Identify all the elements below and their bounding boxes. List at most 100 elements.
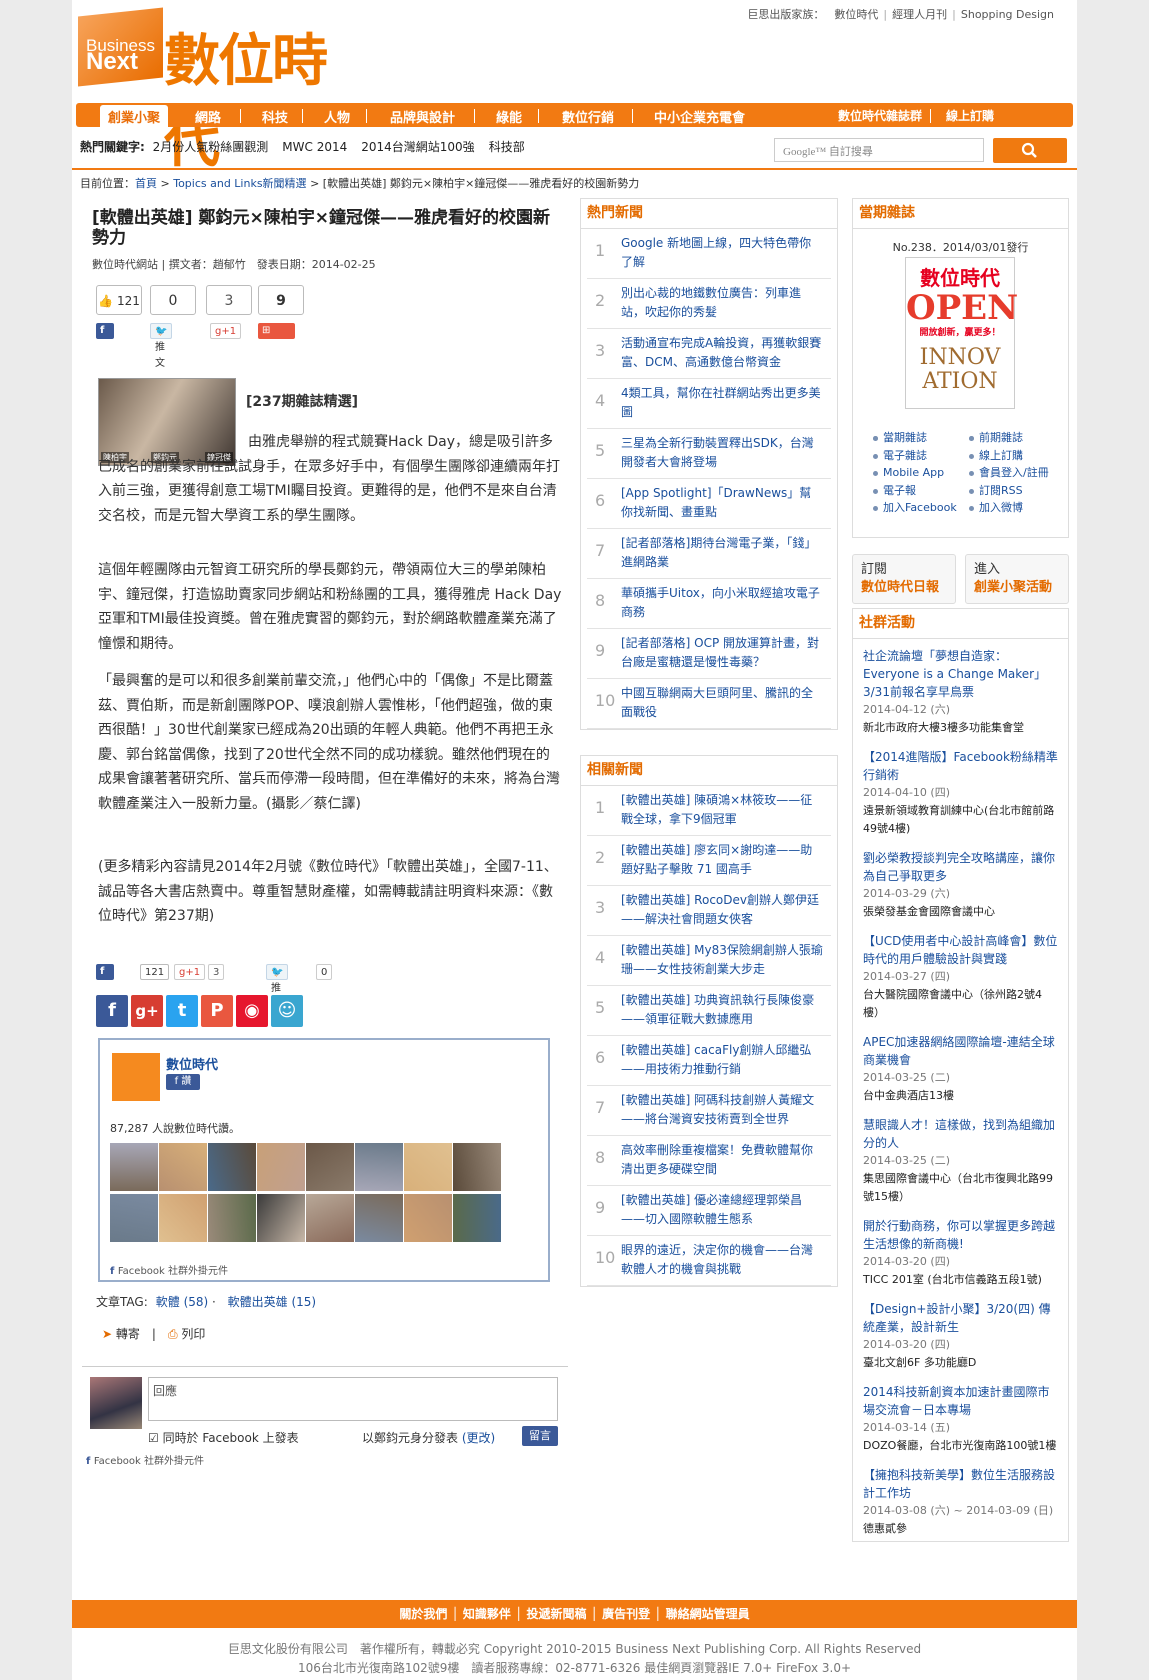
magazine-link[interactable]: 電子報 xyxy=(871,482,966,500)
related-news-item[interactable]: 2 [軟體出英雄] 廖玄同×謝昀達——助題好點子擊敗 71 國高手 xyxy=(587,836,831,886)
event-link[interactable]: 劉必榮教授談判完全攻略講座，讓你為自己爭取更多 xyxy=(863,851,1055,883)
hot-news-item[interactable]: 6 [App Spotlight]「DrawNews」幫你找新聞、畫重點 xyxy=(587,479,831,529)
related-news-item[interactable]: 6 [軟體出英雄] cacaFly創辦人邱繼弘——用技術力推動行銷 xyxy=(587,1036,831,1086)
related-news-item[interactable]: 10 眼界的遠近，決定你的機會——台灣軟體人才的機會與挑戰 xyxy=(587,1236,831,1286)
event-link[interactable]: 【Design+設計小聚】3/20(四) 傳統產業，設計新生 xyxy=(863,1302,1051,1334)
link-bnext[interactable]: 數位時代 xyxy=(829,8,883,21)
fan-avatar[interactable] xyxy=(404,1143,452,1191)
tweet-button[interactable]: 🐦推文 xyxy=(266,964,289,1010)
link-managertoday[interactable]: 經理人月刊 xyxy=(887,8,952,21)
hot-news-item[interactable]: 10 中國互聯網兩大巨頭阿里、騰訊的全面戰役 xyxy=(587,679,831,729)
hot-keyword[interactable]: MWC 2014 xyxy=(282,140,347,154)
fb-like-button[interactable]: f 讚 xyxy=(96,964,114,993)
item-title[interactable]: 4類工具，幫你在社群網站秀出更多美圖 xyxy=(621,386,821,419)
hot-news-item[interactable]: 4 4類工具，幫你在社群網站秀出更多美圖 xyxy=(587,379,831,429)
footer-links[interactable]: 關於我們 │ 知識夥伴 │ 投遞新聞稿 │ 廣告刊登 │ 聯絡網站管理員 xyxy=(72,1600,1077,1628)
breadcrumb-section[interactable]: Topics and Links新聞精選 xyxy=(173,177,306,190)
item-title[interactable]: 三星為全新行動裝置釋出SDK，台灣開發者大會將登場 xyxy=(621,436,814,469)
item-title[interactable]: [軟體出英雄] My83保險網創辦人張瑜珊——女性技術創業大步走 xyxy=(621,943,823,976)
twitter-icon[interactable]: t xyxy=(166,995,198,1027)
item-title[interactable]: [記者部落格]期待台灣電子業，「錢」進網路業 xyxy=(621,536,816,569)
comment-submit-button[interactable]: 留言 xyxy=(522,1426,558,1446)
search-input[interactable]: Google™ 自訂搜尋 xyxy=(774,138,984,162)
item-title[interactable]: [軟體出英雄] 優必達總經理郭榮昌——切入國際軟體生態系 xyxy=(621,1193,802,1226)
fanpage-name[interactable]: 數位時代 xyxy=(166,1054,218,1073)
search-button[interactable] xyxy=(993,138,1067,163)
fan-avatar[interactable] xyxy=(355,1194,403,1242)
event-link[interactable]: APEC加速器網絡國際論壇-連結全球商業機會 xyxy=(863,1035,1055,1067)
fan-avatar[interactable] xyxy=(110,1194,158,1242)
plurk-icon[interactable]: P xyxy=(201,995,233,1027)
fan-avatar[interactable] xyxy=(208,1143,256,1191)
nav-sme[interactable]: 中小企業充電會 xyxy=(654,107,745,126)
related-news-item[interactable]: 4 [軟體出英雄] My83保險網創辦人張瑜珊——女性技術創業大步走 xyxy=(587,936,831,986)
nav-magazines[interactable]: 數位時代雜誌群 xyxy=(838,107,922,124)
event-link[interactable]: 【2014進階版】Facebook粉絲精準行銷術 xyxy=(863,750,1058,782)
post-to-facebook-checkbox[interactable]: ☑ 同時於 Facebook 上發表 xyxy=(148,1429,299,1446)
nav-green[interactable]: 綠能 xyxy=(496,107,522,126)
hot-news-item[interactable]: 5 三星為全新行動裝置釋出SDK，台灣開發者大會將登場 xyxy=(587,429,831,479)
hot-news-item[interactable]: 9 [記者部落格] OCP 開放運算計畫，對台廠是蜜糖還是慢性毒藥？ xyxy=(587,629,831,679)
item-title[interactable]: [軟體出英雄] 阿碼科技創辦人黃耀文——將台灣資安技術賣到全世界 xyxy=(621,1093,814,1126)
line-share-icon[interactable]: ☺ xyxy=(271,995,303,1027)
fan-avatar[interactable] xyxy=(453,1194,501,1242)
tag-link[interactable]: 軟體 (58) xyxy=(156,1295,208,1309)
startup-events-button[interactable]: 進入 創業小聚活動 xyxy=(965,554,1069,604)
item-title[interactable]: 華碩攜手Uitox，向小米取經搶攻電子商務 xyxy=(621,586,820,619)
subscribe-daily-button[interactable]: 訂閱 數位時代日報 xyxy=(852,554,956,604)
tweet-button[interactable]: 🐦推文 xyxy=(150,323,173,369)
fan-avatar[interactable] xyxy=(306,1194,354,1242)
fb-like-button[interactable]: f 讚 xyxy=(96,323,114,352)
nav-people[interactable]: 人物 xyxy=(324,107,350,126)
weibo-icon[interactable]: ◉ xyxy=(236,995,268,1027)
item-title[interactable]: 別出心裁的地鐵數位廣告：列車進站，吹起你的秀髮 xyxy=(621,286,801,319)
nav-brand-design[interactable]: 品牌與設計 xyxy=(390,107,455,126)
related-news-item[interactable]: 1 [軟體出英雄] 陳碩鴻×林筱玫——征戰全球，拿下9個冠軍 xyxy=(587,786,831,836)
item-title[interactable]: [軟體出英雄] RocoDev創辦人鄭伊廷——解決社會問題女俠客 xyxy=(621,893,819,926)
magazine-link[interactable]: Mobile App xyxy=(871,464,966,482)
magazine-link[interactable]: 線上訂購 xyxy=(967,447,1062,465)
fanpage-like-button[interactable]: f 讚 xyxy=(166,1074,200,1090)
magazine-link[interactable]: 電子雜誌 xyxy=(871,447,966,465)
hot-news-item[interactable]: 2 別出心裁的地鐵數位廣告：列車進站，吹起你的秀髮 xyxy=(587,279,831,329)
comment-input[interactable]: 回應 xyxy=(148,1377,558,1421)
link-shoppingdesign[interactable]: Shopping Design xyxy=(956,8,1059,21)
item-title[interactable]: [軟體出英雄] 陳碩鴻×林筱玫——征戰全球，拿下9個冠軍 xyxy=(621,793,812,826)
hot-keyword[interactable]: 2月份人氣粉絲團觀測 xyxy=(153,140,269,154)
nav-startup[interactable]: 創業小聚 xyxy=(100,105,169,127)
nav-internet[interactable]: 網路 xyxy=(195,107,221,126)
magazine-link[interactable]: 加入微博 xyxy=(967,499,1062,517)
item-title[interactable]: 眼界的遠近，決定你的機會——台灣軟體人才的機會與挑戰 xyxy=(621,1243,813,1276)
event-link[interactable]: 【擁抱科技新美學】數位生活服務設計工作坊 xyxy=(863,1468,1055,1500)
event-link[interactable]: 【UCD使用者中心設計高峰會】數位時代的用戶體驗設計與實踐 xyxy=(863,934,1057,966)
magazine-cover[interactable]: 數位時代 OPEN 開放創新，贏更多！ INNOV ATION xyxy=(905,257,1018,409)
magazine-link[interactable]: 當期雜誌 xyxy=(871,429,966,447)
forward-link[interactable]: 轉寄 xyxy=(116,1327,140,1341)
fan-avatar[interactable] xyxy=(306,1143,354,1191)
hot-news-item[interactable]: 3 活動通宣布完成A輪投資，再獲軟銀賽富、DCM、高通數億台幣資金 xyxy=(587,329,831,379)
related-news-item[interactable]: 5 [軟體出英雄] 功典資訊執行長陳俊豪——領軍征戰大數據應用 xyxy=(587,986,831,1036)
gplus-button[interactable]: g+1 xyxy=(210,323,242,339)
fan-avatar[interactable] xyxy=(404,1194,452,1242)
event-link[interactable]: 開於行動商務，你可以掌握更多跨越生活想像的新商機! xyxy=(863,1219,1055,1251)
breadcrumb-home[interactable]: 首頁 xyxy=(135,177,157,190)
event-link[interactable]: 2014科技新創資本加速計畫國際市場交流會－日本專場 xyxy=(863,1385,1050,1417)
fan-avatar[interactable] xyxy=(257,1143,305,1191)
fan-avatar[interactable] xyxy=(257,1194,305,1242)
print-link[interactable]: 列印 xyxy=(181,1327,205,1341)
site-logo[interactable]: Business Next 數位時代 xyxy=(78,2,378,175)
hot-news-item[interactable]: 7 [記者部落格]期待台灣電子業，「錢」進網路業 xyxy=(587,529,831,579)
item-title[interactable]: 中國互聯網兩大巨頭阿里、騰訊的全面戰役 xyxy=(621,686,813,719)
related-news-item[interactable]: 7 [軟體出英雄] 阿碼科技創辦人黃耀文——將台灣資安技術賣到全世界 xyxy=(587,1086,831,1136)
item-title[interactable]: [App Spotlight]「DrawNews」幫你找新聞、畫重點 xyxy=(621,486,811,519)
item-title[interactable]: [軟體出英雄] cacaFly創辦人邱繼弘——用技術力推動行銷 xyxy=(621,1043,811,1076)
related-news-item[interactable]: 8 高效率刪除重複檔案！免費軟體幫你清出更多硬碟空間 xyxy=(587,1136,831,1186)
nav-tech[interactable]: 科技 xyxy=(262,107,288,126)
magazine-link[interactable]: 前期雜誌 xyxy=(967,429,1062,447)
nav-subscribe[interactable]: 線上訂購 xyxy=(946,107,994,124)
hot-keyword[interactable]: 2014台灣網站100強 xyxy=(361,140,474,154)
hot-news-item[interactable]: 1 Google 新地圖上線，四大特色帶你了解 xyxy=(587,229,831,279)
item-title[interactable]: 高效率刪除重複檔案！免費軟體幫你清出更多硬碟空間 xyxy=(621,1143,813,1176)
magazine-link[interactable]: 加入Facebook xyxy=(871,499,966,517)
event-link[interactable]: 社企流論壇「夢想自造家：Everyone is a Change Maker」3… xyxy=(863,649,1046,699)
